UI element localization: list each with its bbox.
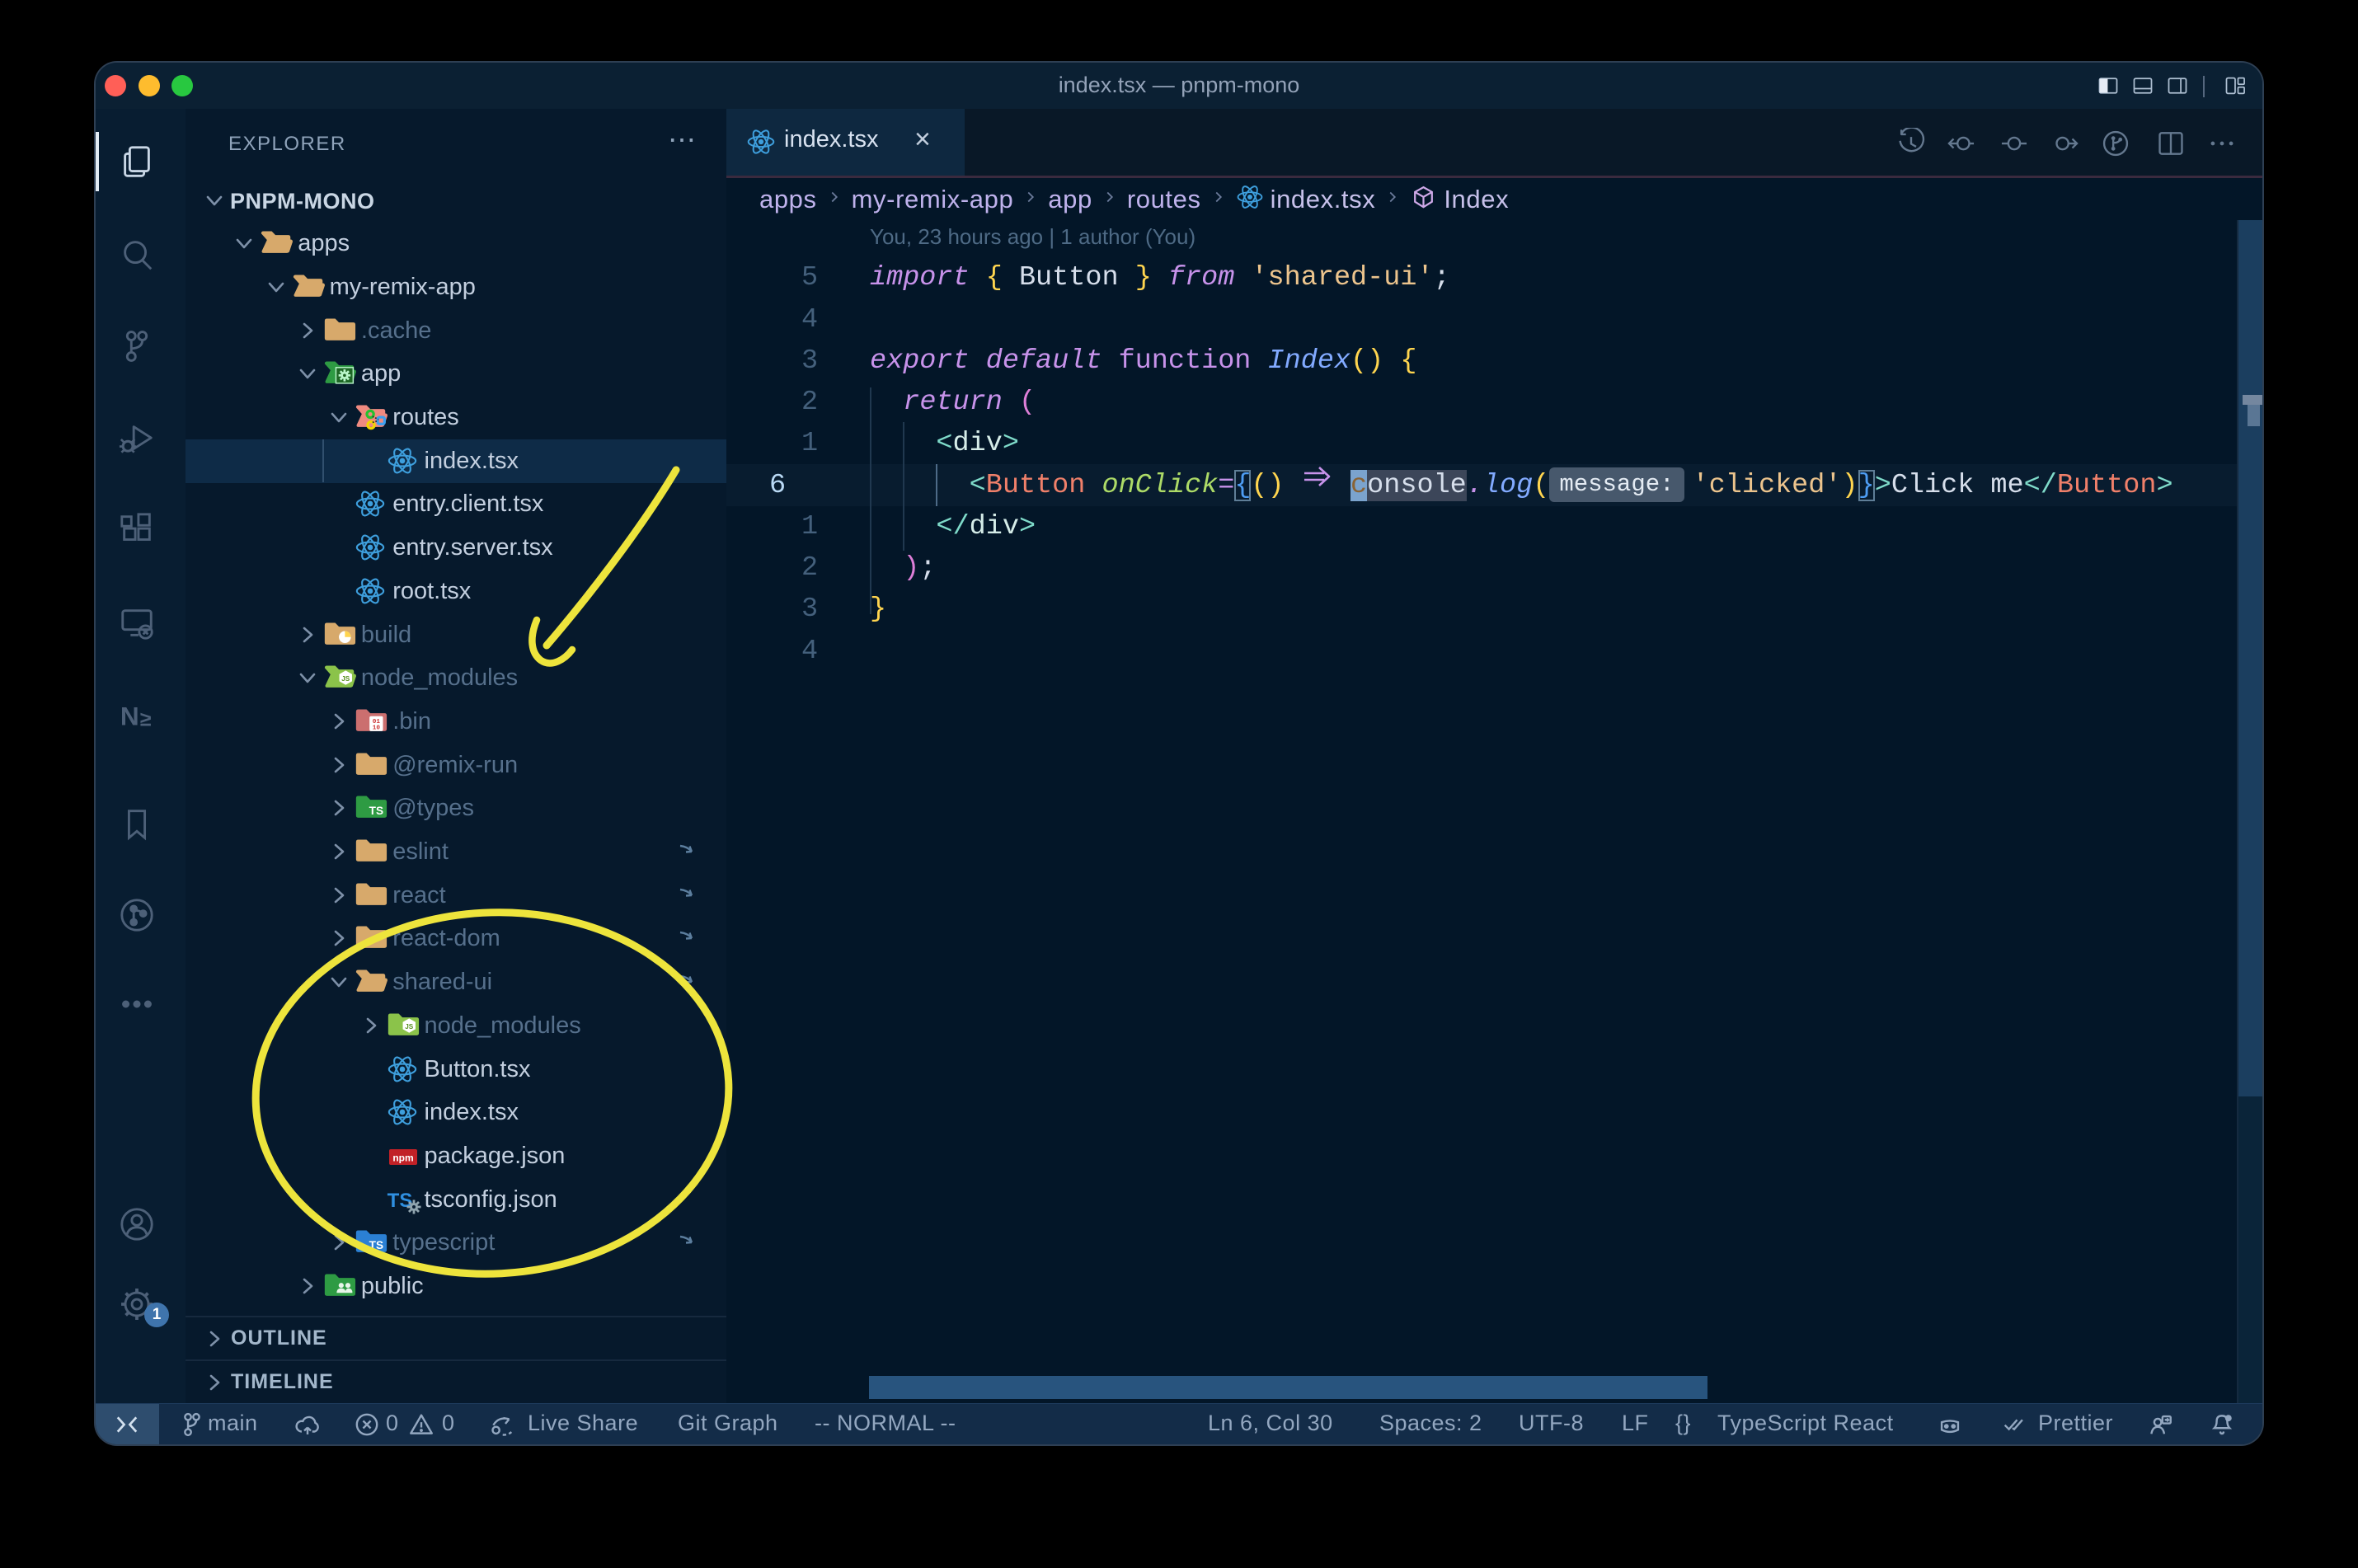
svg-text:01: 01 [373, 719, 381, 725]
svg-text:TS: TS [387, 1190, 412, 1212]
svg-text:N: N [120, 702, 139, 731]
svg-text:npm: npm [392, 1152, 413, 1163]
svg-text:JS: JS [405, 1023, 414, 1030]
svg-text:JS: JS [341, 675, 350, 683]
svg-text:10: 10 [373, 725, 381, 731]
svg-text:≥: ≥ [140, 708, 152, 731]
svg-text:TS: TS [369, 805, 383, 818]
svg-text:TS: TS [369, 1240, 383, 1252]
